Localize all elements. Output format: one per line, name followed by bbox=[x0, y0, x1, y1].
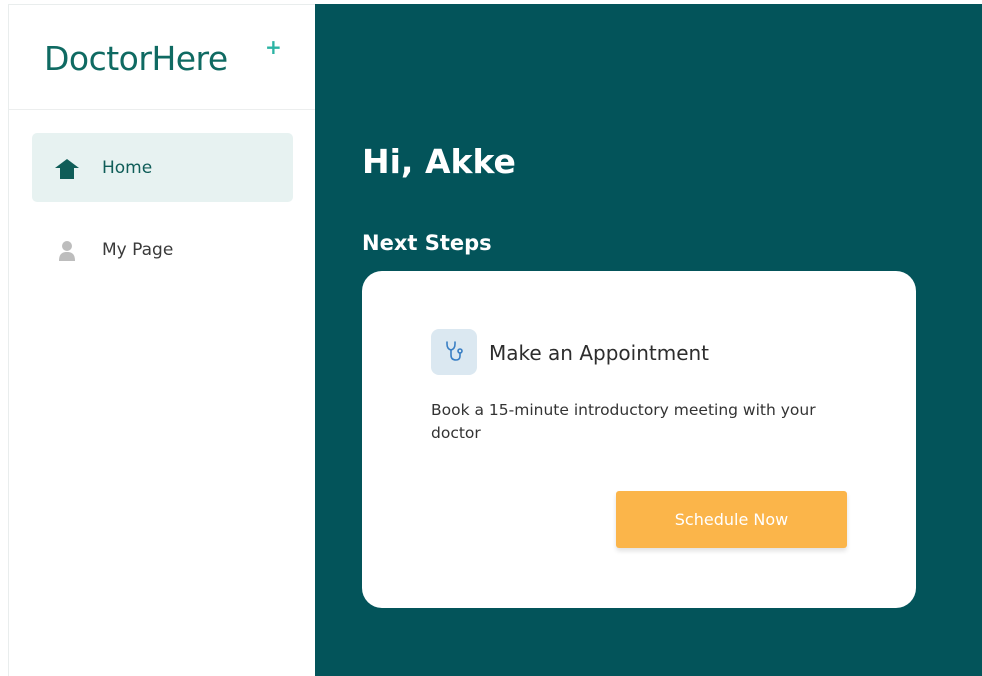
logo-plus-icon: + bbox=[265, 35, 282, 59]
sidebar-item-label: Home bbox=[102, 158, 153, 178]
sidebar-item-home[interactable]: Home bbox=[32, 133, 293, 202]
card-title: Make an Appointment bbox=[489, 341, 710, 365]
main-content: Hi, Akke Next Steps Make an Appointment … bbox=[315, 4, 982, 676]
logo-divider bbox=[9, 109, 315, 110]
sidebar: DoctorHere + Home My Page bbox=[8, 4, 315, 676]
user-icon bbox=[54, 240, 80, 262]
brand-logo[interactable]: DoctorHere bbox=[44, 39, 228, 78]
card-description: Book a 15-minute introductory meeting wi… bbox=[431, 401, 816, 442]
appointment-card: Make an Appointment Book a 15-minute int… bbox=[362, 271, 916, 608]
sidebar-item-my-page[interactable]: My Page bbox=[32, 215, 293, 284]
greeting-title: Hi, Akke bbox=[362, 142, 516, 182]
sidebar-item-label: My Page bbox=[102, 240, 174, 260]
section-title: Next Steps bbox=[362, 231, 492, 256]
schedule-now-button[interactable]: Schedule Now bbox=[616, 491, 847, 548]
stethoscope-icon bbox=[431, 329, 477, 375]
home-icon bbox=[54, 158, 80, 180]
app-window: DoctorHere + Home My Page Hi, Akke Next … bbox=[0, 0, 982, 676]
